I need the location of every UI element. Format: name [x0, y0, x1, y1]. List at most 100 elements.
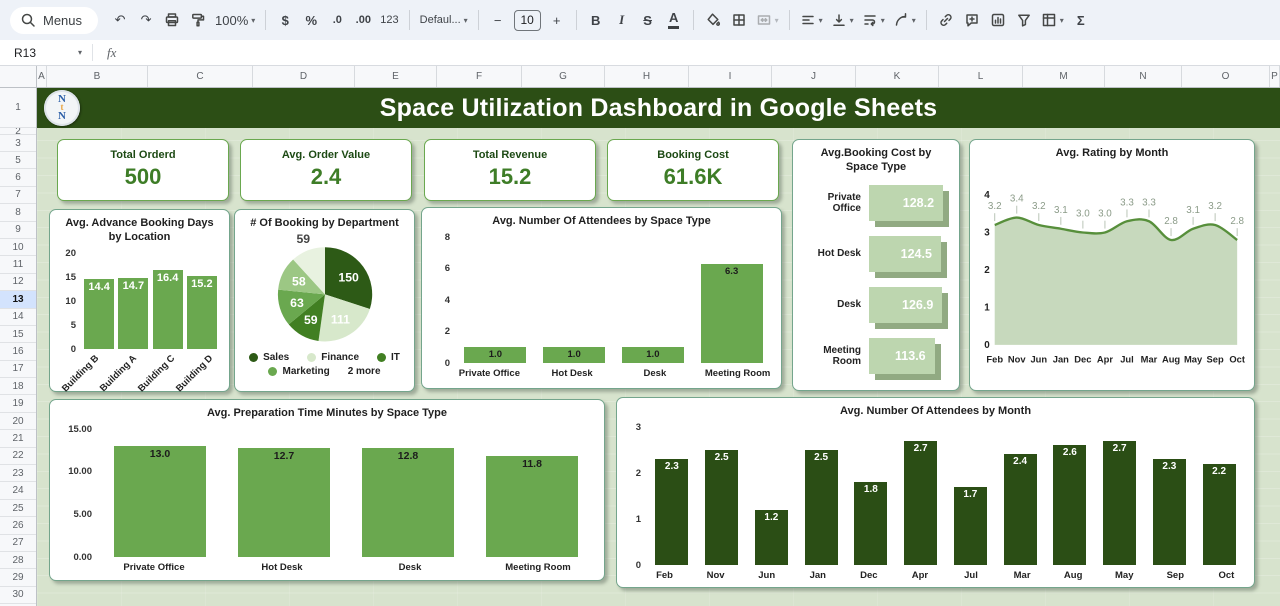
- vertical-align-button[interactable]: ▾: [828, 7, 857, 33]
- column-header-B[interactable]: B: [47, 66, 148, 87]
- zoom-control[interactable]: 100% ▾: [212, 7, 258, 33]
- column-headers: ABCDEFGHIJKLMNOP: [37, 66, 1280, 87]
- chevron-down-icon: ▾: [881, 16, 885, 25]
- column-header-G[interactable]: G: [522, 66, 605, 87]
- undo-button[interactable]: ↶: [108, 7, 132, 33]
- italic-button[interactable]: I: [610, 7, 634, 33]
- column-header-D[interactable]: D: [253, 66, 355, 87]
- chart-attendees-by-space-type[interactable]: Avg. Number Of Attendees by Space Type 0…: [421, 207, 782, 389]
- column-header-J[interactable]: J: [772, 66, 856, 87]
- bar: 1.2: [755, 510, 788, 565]
- merge-cells-button[interactable]: ▾: [753, 7, 782, 33]
- print-button[interactable]: [160, 7, 184, 33]
- horizontal-align-button[interactable]: ▾: [797, 7, 826, 33]
- row-header-23[interactable]: 23: [0, 465, 36, 482]
- text-rotation-button[interactable]: ▾: [890, 7, 919, 33]
- row-header-19[interactable]: 19: [0, 395, 36, 412]
- bar: 13.0: [114, 446, 206, 557]
- column-header-H[interactable]: H: [605, 66, 689, 87]
- column-header-I[interactable]: I: [689, 66, 772, 87]
- column-header-A[interactable]: A: [37, 66, 47, 87]
- name-box[interactable]: R13 ▾: [0, 40, 92, 65]
- chart-booking-by-department[interactable]: # Of Booking by Department 1501115963585…: [234, 209, 415, 392]
- increase-decimal-button[interactable]: .00: [351, 7, 375, 33]
- paint-format-button[interactable]: [186, 7, 210, 33]
- row-header-7[interactable]: 7: [0, 187, 36, 204]
- more-formats-button[interactable]: 123: [377, 7, 401, 33]
- column-header-P[interactable]: P: [1270, 66, 1280, 87]
- column-header-O[interactable]: O: [1182, 66, 1270, 87]
- text-wrap-button[interactable]: ▾: [859, 7, 888, 33]
- increase-font-size-button[interactable]: +: [545, 7, 569, 33]
- row-header-20[interactable]: 20: [0, 413, 36, 430]
- insert-chart-button[interactable]: [986, 7, 1010, 33]
- chart-preparation-time[interactable]: Avg. Preparation Time Minutes by Space T…: [49, 399, 605, 581]
- bold-button[interactable]: B: [584, 7, 608, 33]
- redo-button[interactable]: ↷: [134, 7, 158, 33]
- insert-link-button[interactable]: [934, 7, 958, 33]
- row-header-25[interactable]: 25: [0, 500, 36, 517]
- row-header-8[interactable]: 8: [0, 204, 36, 221]
- row-header-27[interactable]: 27: [0, 535, 36, 552]
- column-header-E[interactable]: E: [355, 66, 437, 87]
- format-currency-button[interactable]: $: [273, 7, 297, 33]
- chart-attendees-by-month[interactable]: Avg. Number Of Attendees by Month 01232.…: [616, 397, 1255, 588]
- category-label: Desk: [797, 299, 869, 310]
- row-header-14[interactable]: 14: [0, 309, 36, 326]
- borders-button[interactable]: [727, 7, 751, 33]
- row-header-10[interactable]: 10: [0, 239, 36, 256]
- create-filter-button[interactable]: [1012, 7, 1036, 33]
- row-header-13[interactable]: 13: [0, 291, 36, 308]
- row-header-3[interactable]: 3: [0, 135, 36, 152]
- row-header-30[interactable]: 30: [0, 587, 36, 604]
- row-header-24[interactable]: 24: [0, 482, 36, 499]
- insert-comment-button[interactable]: [960, 7, 984, 33]
- legend-item: Sales: [249, 352, 289, 363]
- row-header-17[interactable]: 17: [0, 361, 36, 378]
- row-header-15[interactable]: 15: [0, 326, 36, 343]
- area-val: 3.1: [1186, 205, 1200, 216]
- functions-button[interactable]: Σ: [1069, 7, 1093, 33]
- area-val: 3.1: [1054, 205, 1068, 216]
- format-percent-button[interactable]: %: [299, 7, 323, 33]
- column-header-C[interactable]: C: [148, 66, 253, 87]
- fill-color-button[interactable]: [701, 7, 725, 33]
- row-header-12[interactable]: 12: [0, 274, 36, 291]
- row-header-6[interactable]: 6: [0, 169, 36, 186]
- column-header-M[interactable]: M: [1023, 66, 1105, 87]
- chart-icon: [990, 12, 1006, 28]
- row-header-1[interactable]: 1: [0, 88, 36, 128]
- decrease-font-size-button[interactable]: −: [486, 7, 510, 33]
- column-header-K[interactable]: K: [856, 66, 939, 87]
- row-header-11[interactable]: 11: [0, 256, 36, 273]
- row-header-22[interactable]: 22: [0, 448, 36, 465]
- decrease-decimal-button[interactable]: .0: [325, 7, 349, 33]
- chevron-down-icon: ▾: [1060, 16, 1064, 25]
- chart-advance-booking-days[interactable]: Avg. Advance Booking Days by Location 05…: [49, 209, 230, 392]
- row-header-9[interactable]: 9: [0, 222, 36, 239]
- row-header-28[interactable]: 28: [0, 552, 36, 569]
- font-selector[interactable]: Defaul... ▾: [417, 7, 471, 33]
- row-header-5[interactable]: 5: [0, 152, 36, 169]
- bar-value-label: 113.6: [869, 338, 935, 374]
- row-header-21[interactable]: 21: [0, 430, 36, 447]
- menus-button[interactable]: Menus: [10, 7, 98, 34]
- select-all-corner[interactable]: [0, 66, 37, 87]
- font-size-input[interactable]: 10: [514, 10, 541, 31]
- row-header-18[interactable]: 18: [0, 378, 36, 395]
- legend-label: Finance: [321, 352, 359, 363]
- column-header-L[interactable]: L: [939, 66, 1023, 87]
- chart-title: Avg. Preparation Time Minutes by Space T…: [50, 400, 604, 423]
- text-color-button[interactable]: A: [662, 7, 686, 33]
- column-header-F[interactable]: F: [437, 66, 522, 87]
- toolbar: Menus ↶ ↷ 100% ▾ $ % .0 .00 123 Defaul..…: [0, 0, 1280, 40]
- strikethrough-button[interactable]: S: [636, 7, 660, 33]
- row-header-2[interactable]: 2: [0, 128, 36, 135]
- chart-booking-cost-by-space-type[interactable]: Avg.Booking Cost by Space Type Private O…: [792, 139, 960, 391]
- chart-avg-rating-by-month[interactable]: Avg. Rating by Month 012343.2Feb3.4Nov3.…: [969, 139, 1255, 391]
- row-header-29[interactable]: 29: [0, 569, 36, 586]
- pivot-table-button[interactable]: ▾: [1038, 7, 1067, 33]
- row-header-16[interactable]: 16: [0, 343, 36, 360]
- column-header-N[interactable]: N: [1105, 66, 1182, 87]
- row-header-26[interactable]: 26: [0, 517, 36, 534]
